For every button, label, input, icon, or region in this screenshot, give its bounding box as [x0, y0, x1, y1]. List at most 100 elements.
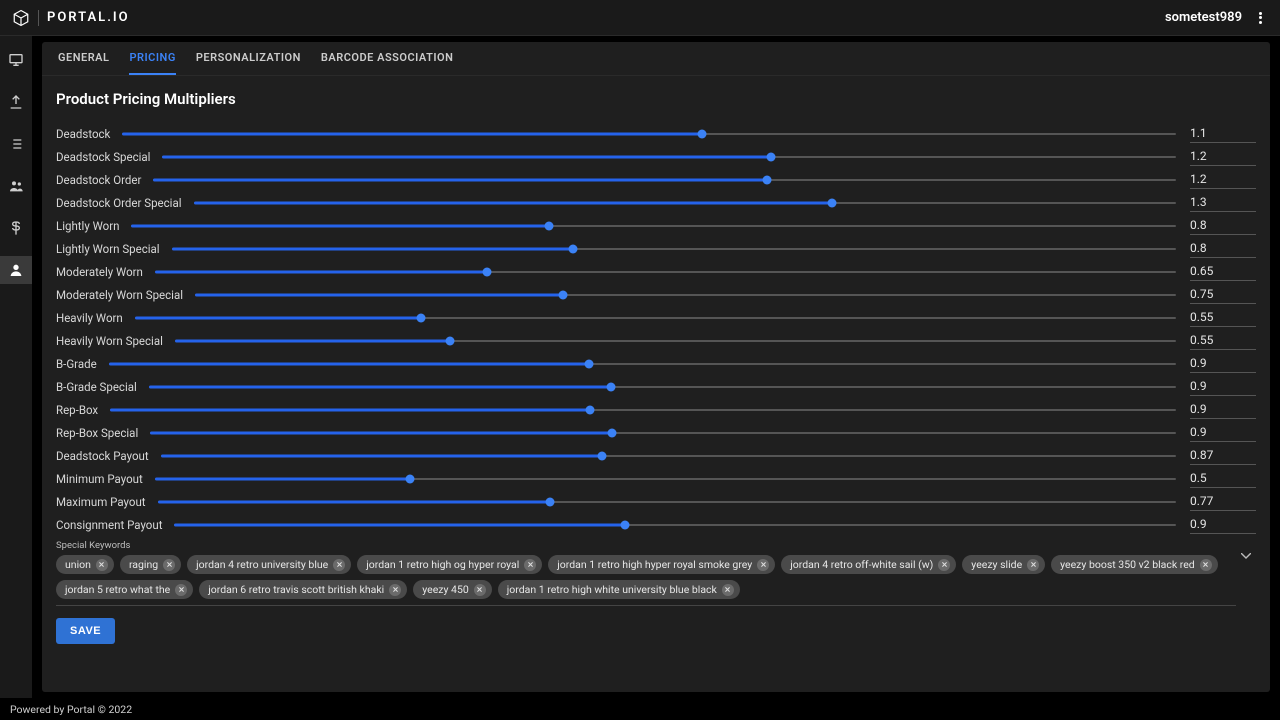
slider-thumb[interactable] [446, 336, 455, 345]
keyword-chip[interactable]: raging [120, 555, 181, 574]
slider-value-input[interactable]: 0.65 [1190, 263, 1256, 281]
keywords-dropdown-icon[interactable] [1236, 551, 1256, 559]
dollar-icon[interactable] [0, 214, 32, 242]
slider-thumb[interactable] [584, 359, 593, 368]
slider-track[interactable] [109, 362, 1176, 366]
keyword-chip[interactable]: jordan 4 retro off-white sail (w) [781, 555, 956, 574]
username[interactable]: sometest989 [1165, 10, 1242, 25]
slider-track[interactable] [135, 316, 1176, 320]
slider-value-input[interactable]: 1.1 [1190, 125, 1256, 143]
slider-track[interactable] [150, 431, 1176, 435]
keyword-chip[interactable]: jordan 1 retro high white university blu… [498, 580, 740, 599]
slider-value-input[interactable]: 0.8 [1190, 217, 1256, 235]
chip-remove-icon[interactable] [474, 584, 486, 596]
slider-value-input[interactable]: 0.75 [1190, 286, 1256, 304]
slider-track[interactable] [195, 293, 1176, 297]
upload-icon[interactable] [0, 88, 32, 116]
slider-value-input[interactable]: 0.55 [1190, 332, 1256, 350]
chip-remove-icon[interactable] [96, 559, 108, 571]
slider-value-input[interactable]: 0.87 [1190, 447, 1256, 465]
slider-thumb[interactable] [545, 221, 554, 230]
slider-thumb[interactable] [406, 474, 415, 483]
slider-thumb[interactable] [569, 244, 578, 253]
slider-value-input[interactable]: 0.5 [1190, 470, 1256, 488]
slider-track[interactable] [110, 408, 1176, 412]
slider-thumb[interactable] [545, 497, 554, 506]
slider-track[interactable] [158, 500, 1176, 504]
slider-value-input[interactable]: 0.9 [1190, 378, 1256, 396]
slider-track[interactable] [161, 454, 1176, 458]
chip-remove-icon[interactable] [524, 559, 536, 571]
tab-personalization[interactable]: PERSONALIZATION [196, 42, 301, 75]
slider-row-rep-box: Rep-Box0.9 [56, 398, 1256, 421]
slider-thumb[interactable] [762, 175, 771, 184]
keyword-chip[interactable]: jordan 1 retro high og hyper royal [357, 555, 542, 574]
slider-value-input[interactable]: 0.9 [1190, 516, 1256, 534]
slider-thumb[interactable] [621, 520, 630, 529]
chip-remove-icon[interactable] [1200, 559, 1212, 571]
slider-track[interactable] [194, 201, 1176, 205]
kebab-menu-icon[interactable] [1252, 10, 1268, 26]
slider-value-input[interactable]: 0.55 [1190, 309, 1256, 327]
slider-thumb[interactable] [607, 382, 616, 391]
slider-track[interactable] [149, 385, 1176, 389]
chip-label: jordan 4 retro off-white sail (w) [790, 558, 933, 571]
slider-thumb[interactable] [697, 129, 706, 138]
chip-remove-icon[interactable] [389, 584, 401, 596]
tab-general[interactable]: GENERAL [58, 42, 109, 75]
chip-remove-icon[interactable] [333, 559, 345, 571]
keyword-chip[interactable]: union [56, 555, 114, 574]
slider-thumb[interactable] [766, 152, 775, 161]
tab-pricing[interactable]: PRICING [129, 42, 175, 75]
keyword-chip[interactable]: yeezy boost 350 v2 black red [1051, 555, 1218, 574]
slider-value-input[interactable]: 1.2 [1190, 171, 1256, 189]
slider-label: Lightly Worn Special [56, 242, 172, 256]
slider-thumb[interactable] [558, 290, 567, 299]
slider-thumb[interactable] [607, 428, 616, 437]
slider-thumb[interactable] [417, 313, 426, 322]
chip-remove-icon[interactable] [757, 559, 769, 571]
people-icon[interactable] [0, 172, 32, 200]
slider-track[interactable] [155, 477, 1176, 481]
slider-thumb[interactable] [482, 267, 491, 276]
slider-track[interactable] [131, 224, 1176, 228]
save-button[interactable]: SAVE [56, 618, 115, 644]
slider-value-input[interactable]: 1.3 [1190, 194, 1256, 212]
slider-value-input[interactable]: 0.8 [1190, 240, 1256, 258]
keywords-chips[interactable]: union raging jordan 4 retro university blu… [56, 555, 1236, 606]
slider-value-input[interactable]: 0.77 [1190, 493, 1256, 511]
keyword-chip[interactable]: jordan 6 retro travis scott british khak… [199, 580, 407, 599]
slider-track[interactable] [174, 523, 1176, 527]
keyword-chip[interactable]: jordan 5 retro what the [56, 580, 193, 599]
keyword-chip[interactable]: jordan 1 retro high hyper royal smoke gr… [548, 555, 775, 574]
chip-label: jordan 6 retro travis scott british khak… [208, 583, 384, 596]
chip-remove-icon[interactable] [163, 559, 175, 571]
person-icon[interactable] [0, 256, 32, 284]
slider-value-input[interactable]: 0.9 [1190, 424, 1256, 442]
slider-track[interactable] [162, 155, 1176, 159]
slider-value-input[interactable]: 1.2 [1190, 148, 1256, 166]
chip-remove-icon[interactable] [938, 559, 950, 571]
tab-barcode-association[interactable]: BARCODE ASSOCIATION [321, 42, 453, 75]
keyword-chip[interactable]: jordan 4 retro university blue [187, 555, 351, 574]
slider-track[interactable] [175, 339, 1176, 343]
slider-track[interactable] [172, 247, 1176, 251]
slider-track[interactable] [153, 178, 1176, 182]
chip-remove-icon[interactable] [722, 584, 734, 596]
slider-thumb[interactable] [598, 451, 607, 460]
slider-row-heavily-worn-special: Heavily Worn Special0.55 [56, 329, 1256, 352]
keyword-chip[interactable]: yeezy slide [962, 555, 1045, 574]
logo[interactable]: PORTAL.IO [12, 9, 130, 27]
slider-thumb[interactable] [585, 405, 594, 414]
list-icon[interactable] [0, 130, 32, 158]
keyword-chip[interactable]: yeezy 450 [413, 580, 492, 599]
chip-remove-icon[interactable] [1027, 559, 1039, 571]
chip-remove-icon[interactable] [175, 584, 187, 596]
slider-track[interactable] [122, 132, 1176, 136]
slider-value-input[interactable]: 0.9 [1190, 401, 1256, 419]
slider-track[interactable] [155, 270, 1176, 274]
slider-thumb[interactable] [828, 198, 837, 207]
slider-label: Consignment Payout [56, 518, 174, 532]
monitor-icon[interactable] [0, 46, 32, 74]
slider-value-input[interactable]: 0.9 [1190, 355, 1256, 373]
